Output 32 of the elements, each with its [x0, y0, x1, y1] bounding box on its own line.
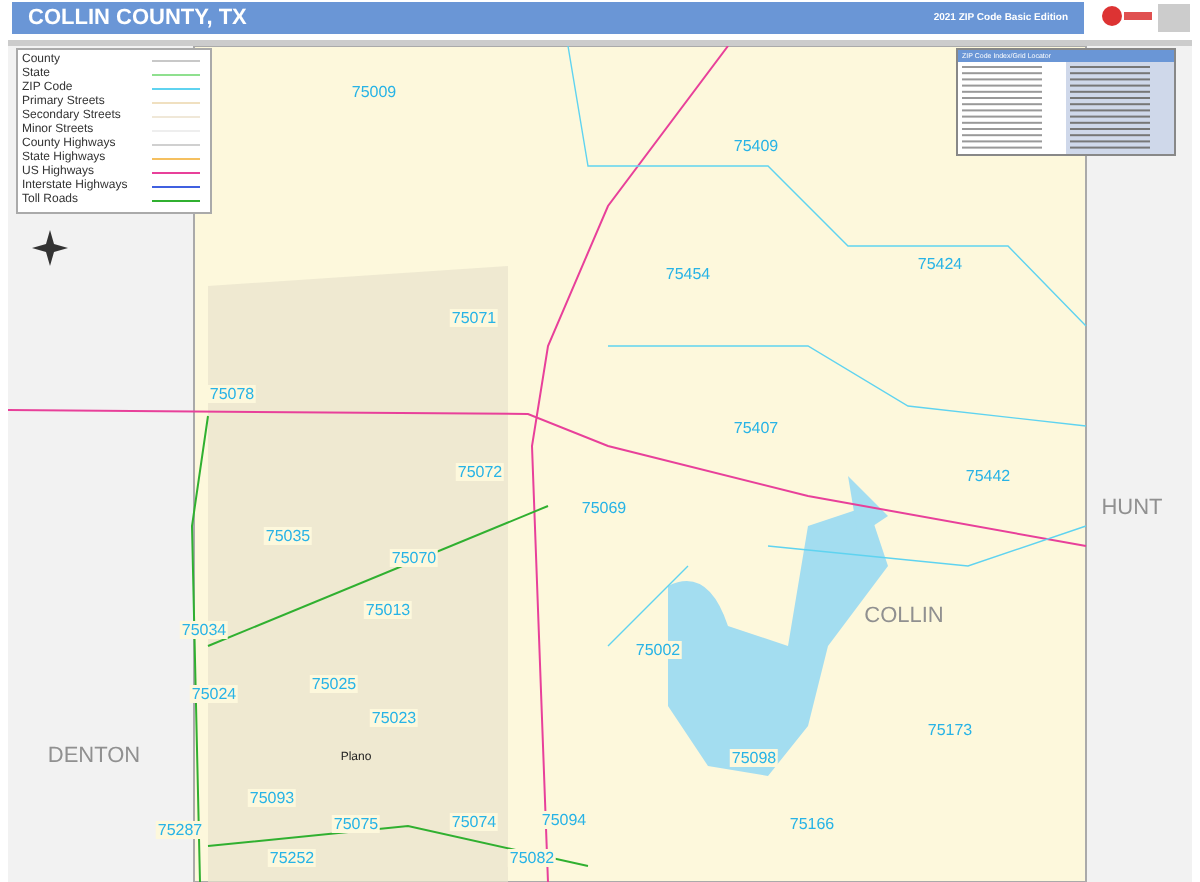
zip-code-label: 75078: [207, 385, 257, 403]
zip-code-label: 75409: [731, 137, 781, 155]
zip-code-label: 75094: [539, 811, 589, 829]
zip-code-label: 75093: [247, 789, 297, 807]
zip-code-label: 75173: [925, 721, 975, 739]
map-title: COLLIN COUNTY, TX: [28, 6, 247, 30]
zip-code-label: 75025: [309, 675, 359, 693]
zip-code-label: 75069: [579, 499, 629, 517]
zip-code-label: 75072: [455, 463, 505, 481]
zip-code-label: 75035: [263, 527, 313, 545]
zip-code-label: 75166: [787, 815, 837, 833]
zip-code-label: 75075: [331, 815, 381, 833]
zip-code-label: 75287: [155, 821, 205, 839]
zip-code-label: 75034: [179, 621, 229, 639]
zip-code-label: 75098: [729, 749, 779, 767]
zip-code-label: 75082: [507, 849, 557, 867]
zip-code-label: 75024: [189, 685, 239, 703]
zip-code-label: 75070: [389, 549, 439, 567]
zip-code-label: 75013: [363, 601, 413, 619]
zip-code-label: 75071: [449, 309, 499, 327]
zip-code-label: 75407: [731, 419, 781, 437]
zip-code-label: 75009: [349, 83, 399, 101]
zip-code-label: 75454: [663, 265, 713, 283]
county-label: COLLIN: [864, 604, 944, 628]
county-label: DENTON: [47, 744, 141, 768]
zip-code-label: 75074: [449, 813, 499, 831]
zip-code-label: 75002: [633, 641, 683, 659]
zip-code-label: 75442: [963, 467, 1013, 485]
zip-code-label: 75252: [267, 849, 317, 867]
zip-code-label: 75023: [369, 709, 419, 727]
zip-code-label: 75424: [915, 255, 965, 273]
county-label: HUNT: [1101, 496, 1163, 520]
